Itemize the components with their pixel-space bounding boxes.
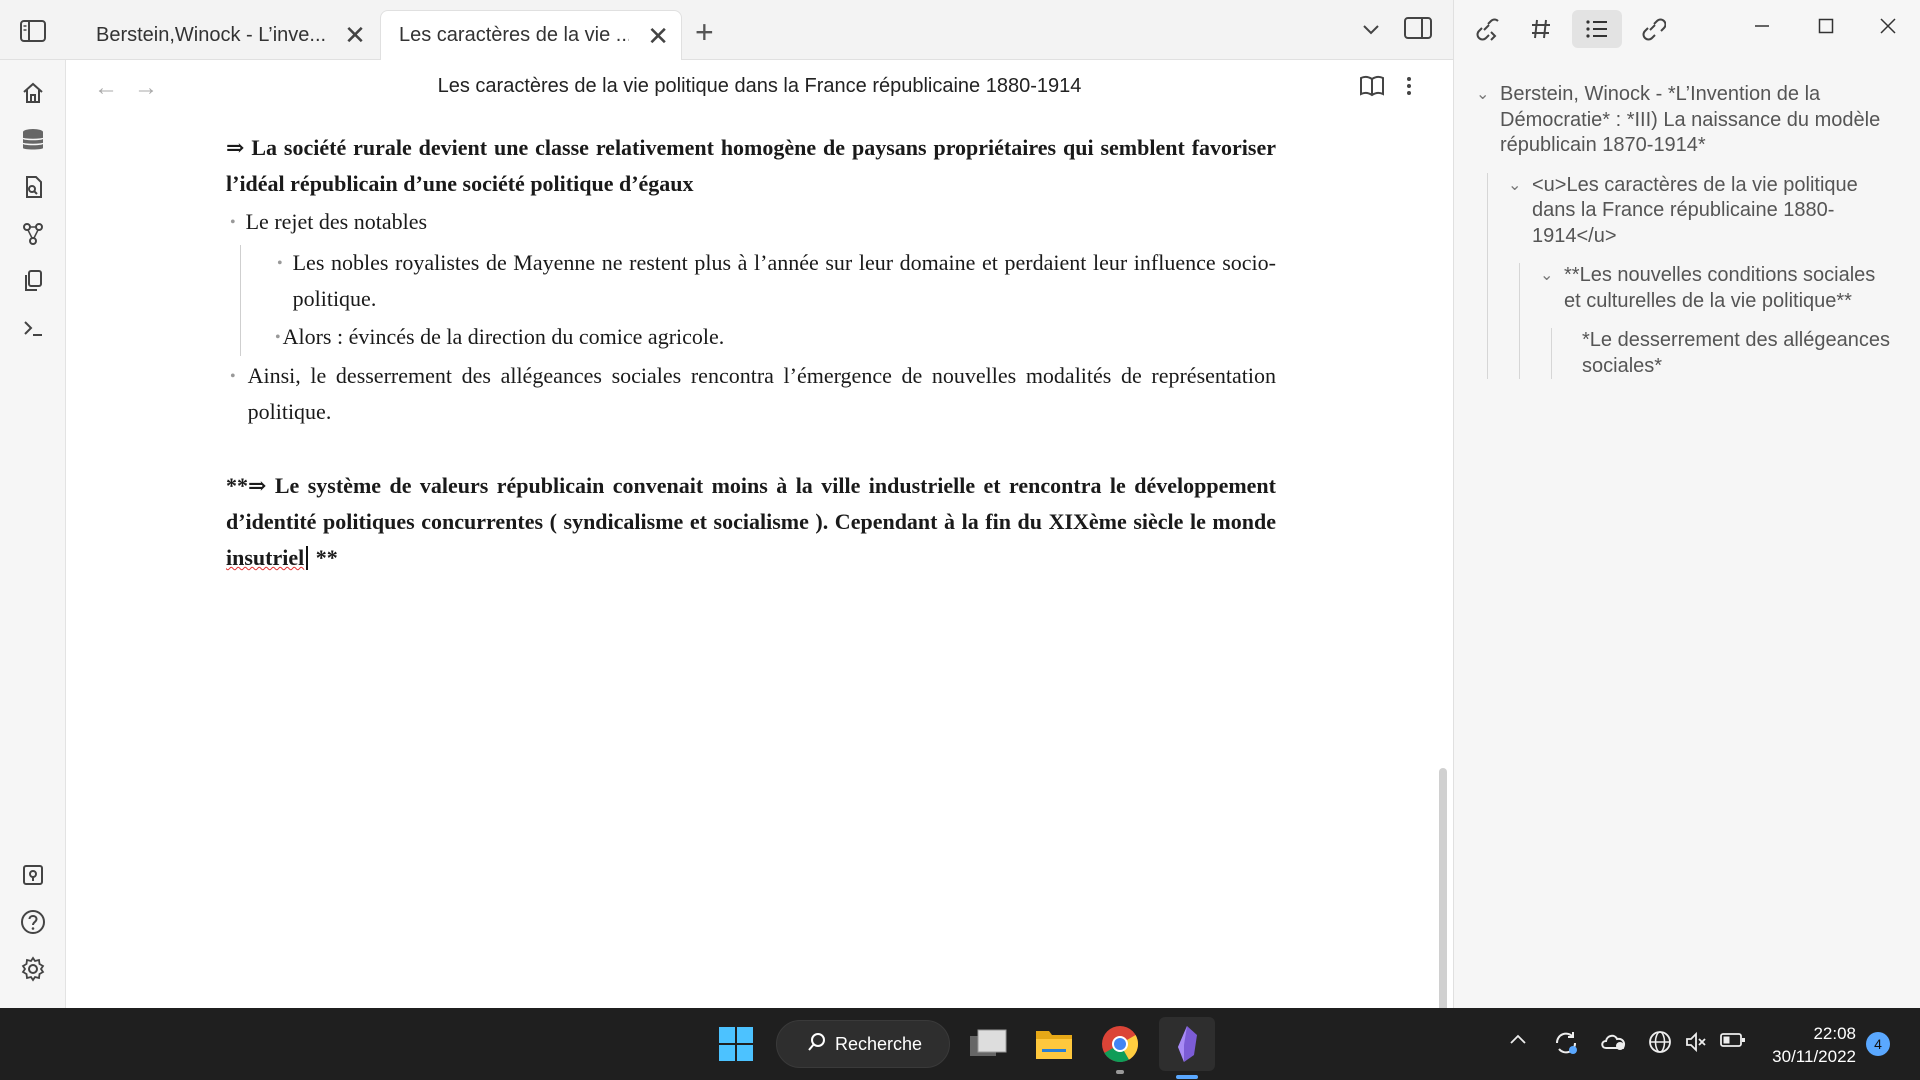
outline-heading-2[interactable]: ⌄ <u>Les caractères de la vie politique … xyxy=(1508,173,1896,250)
vault-icon[interactable] xyxy=(16,858,50,892)
help-icon[interactable] xyxy=(16,905,50,939)
bullet-icon: • xyxy=(277,255,283,272)
view-header-title[interactable]: Les caractères de la vie politique dans … xyxy=(66,75,1453,98)
left-ribbon xyxy=(0,60,66,1008)
database-icon[interactable] xyxy=(16,123,50,157)
maximize-button[interactable] xyxy=(1818,14,1834,40)
note-content[interactable]: ⇒ La société rurale devient une classe r… xyxy=(226,130,1276,576)
bullet-icon: • xyxy=(275,329,281,346)
list-item: • Les nobles royalistes de Mayenne ne re… xyxy=(277,245,1276,317)
chrome-icon[interactable] xyxy=(1098,1022,1142,1074)
file-explorer-icon[interactable] xyxy=(1032,1022,1076,1066)
list-item-text: Ainsi, le desserrement des allégeances s… xyxy=(247,363,1276,424)
speaker-muted-icon[interactable] xyxy=(1684,1030,1708,1060)
running-indicator xyxy=(1116,1070,1124,1074)
bullet-icon: • xyxy=(230,368,236,385)
chevron-down-icon[interactable]: ⌄ xyxy=(1476,82,1500,159)
outline-children: *Le desserrement des allégeances sociale… xyxy=(1551,328,1896,379)
copy-icon[interactable] xyxy=(16,264,50,298)
outline-heading-3[interactable]: ⌄ **Les nouvelles conditions sociales et… xyxy=(1540,263,1896,314)
sync-icon[interactable] xyxy=(1553,1030,1579,1062)
obsidian-icon[interactable] xyxy=(1159,1017,1215,1079)
list-item: • Le rejet des notables xyxy=(226,204,1276,241)
close-window-button[interactable] xyxy=(1880,14,1896,40)
notification-badge[interactable]: 4 xyxy=(1866,1032,1890,1056)
chevron-down-icon[interactable]: ⌄ xyxy=(1540,263,1564,314)
scrollbar[interactable] xyxy=(1439,768,1447,1012)
close-icon[interactable]: ✕ xyxy=(344,22,366,48)
bullet-icon: • xyxy=(230,214,236,231)
taskbar-search[interactable]: Recherche xyxy=(776,1020,950,1068)
paragraph-rural-society: ⇒ La société rurale devient une classe r… xyxy=(226,135,1276,196)
battery-icon[interactable] xyxy=(1720,1030,1746,1056)
search-icon xyxy=(807,1032,827,1057)
outline-icon[interactable] xyxy=(1572,10,1622,48)
misspelled-word[interactable]: insutriel xyxy=(226,545,304,570)
tab-les-caracteres[interactable]: Les caractères de la vie ... ✕ xyxy=(380,10,682,60)
backlinks-icon[interactable] xyxy=(1462,10,1512,48)
outline-children: ⌄ <u>Les caractères de la vie politique … xyxy=(1487,172,1896,379)
markdown-bold-marker: ** xyxy=(310,545,338,570)
file-search-icon[interactable] xyxy=(16,170,50,204)
task-view-icon[interactable] xyxy=(966,1022,1010,1066)
list-item-text: Les nobles royalistes de Mayenne ne rest… xyxy=(292,250,1276,311)
outline-heading-1[interactable]: ⌄ Berstein, Winock - *L’Invention de la … xyxy=(1476,82,1896,159)
more-vertical-icon[interactable] xyxy=(1404,74,1414,103)
outline-heading-4[interactable]: *Le desserrement des allégeances sociale… xyxy=(1582,328,1896,379)
tab-bar: Berstein,Winock - L’inve... ✕ Les caract… xyxy=(0,0,1453,60)
outline-heading-text: Berstein, Winock - *L’Invention de la Dé… xyxy=(1500,83,1881,156)
close-icon[interactable]: ✕ xyxy=(647,23,669,49)
active-indicator xyxy=(1176,1075,1198,1079)
chevron-up-icon[interactable] xyxy=(1508,1030,1528,1056)
paragraph-text: **⇒ Le système de valeurs républicain co… xyxy=(226,473,1276,534)
book-open-icon[interactable] xyxy=(1359,74,1385,103)
tag-icon[interactable] xyxy=(1516,10,1566,48)
onedrive-icon[interactable] xyxy=(1600,1030,1628,1058)
clock-time: 22:08 xyxy=(1813,1024,1856,1043)
editor-pane: ← → Les caractères de la vie politique d… xyxy=(66,60,1453,1012)
windows-taskbar: Recherche 22:08 30/11/2022 4 xyxy=(0,1008,1920,1080)
right-sidebar-toolbar xyxy=(1454,0,1920,60)
nested-list: • Les nobles royalistes de Mayenne ne re… xyxy=(240,245,1276,356)
minimize-button[interactable] xyxy=(1754,14,1770,40)
graph-icon[interactable] xyxy=(16,217,50,251)
right-sidebar-toggle-icon[interactable] xyxy=(1404,16,1432,45)
outline-tree: ⌄ Berstein, Winock - *L’Invention de la … xyxy=(1476,82,1896,379)
windows-start-icon[interactable] xyxy=(718,1026,754,1062)
sidebar-toggle-icon[interactable] xyxy=(16,16,50,46)
chevron-down-icon[interactable]: ⌄ xyxy=(1508,173,1532,250)
list-item: • Ainsi, le desserrement des allégeances… xyxy=(226,358,1276,430)
clock-date: 30/11/2022 xyxy=(1772,1047,1856,1066)
list-item: • Alors : évincés de la direction du com… xyxy=(275,319,1276,356)
settings-icon[interactable] xyxy=(16,952,50,986)
outline-heading-text: <u>Les caractères de la vie politique da… xyxy=(1532,173,1858,247)
home-icon[interactable] xyxy=(16,76,50,110)
network-globe-icon[interactable] xyxy=(1648,1030,1672,1060)
list-item-text: Alors : évincés de la direction du comic… xyxy=(282,324,725,349)
outline-heading-text: *Le desserrement des allégeances sociale… xyxy=(1582,329,1890,377)
chevron-down-icon[interactable] xyxy=(1360,18,1382,45)
search-label: Recherche xyxy=(835,1033,923,1054)
list-item-text: Le rejet des notables xyxy=(245,209,428,234)
tab-berstein-winock[interactable]: Berstein,Winock - L’inve... ✕ xyxy=(78,10,378,60)
tab-title: Berstein,Winock - L’inve... xyxy=(96,23,327,46)
outline-heading-text: **Les nouvelles conditions sociales et c… xyxy=(1564,264,1876,312)
right-sidebar: ⌄ Berstein, Winock - *L’Invention de la … xyxy=(1453,0,1920,1008)
tab-title: Les caractères de la vie ... xyxy=(399,24,630,46)
outline-children: ⌄ **Les nouvelles conditions sociales et… xyxy=(1519,263,1896,379)
text-cursor xyxy=(306,546,309,570)
taskbar-clock[interactable]: 22:08 30/11/2022 xyxy=(1760,1022,1856,1068)
outgoing-links-icon[interactable] xyxy=(1628,10,1678,48)
terminal-icon[interactable] xyxy=(16,311,50,345)
paragraph-republican-values: **⇒ Le système de valeurs républicain co… xyxy=(226,468,1276,576)
new-tab-button[interactable]: + xyxy=(695,14,714,51)
